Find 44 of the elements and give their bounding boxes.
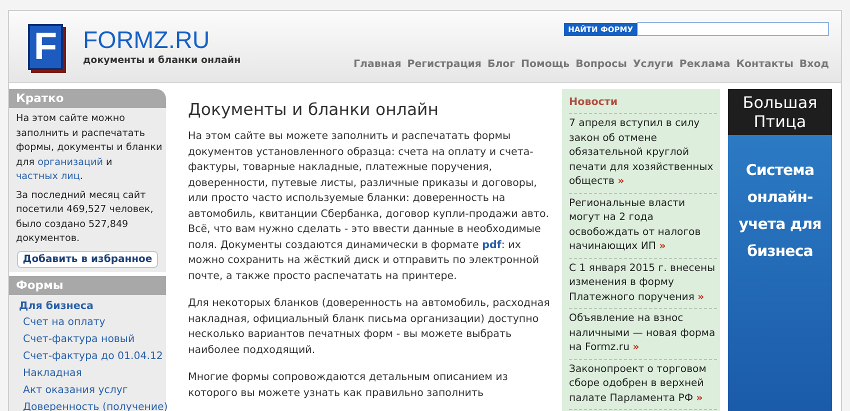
section-title: Кратко [9,89,166,108]
nav-link[interactable]: Главная [354,57,402,72]
nav-link[interactable]: Контакты [736,57,794,72]
ad-slogan: Система онлайн-учета для бизнеса [738,160,822,262]
form-link[interactable]: Акт оказания услуг [9,382,166,398]
form-link[interactable]: Накладная [9,366,166,382]
more-link[interactable]: » [618,176,624,188]
page-title: Документы и бланки онлайн [188,99,440,121]
sidebar-text: На этом сайте можно заполнить и распечатать формы, документы и бланки для организаций и частных лиц. [15,112,164,184]
nav-link[interactable]: Услуги [632,57,674,72]
ad-brand: Большая Птица [728,89,832,135]
category-link[interactable]: Для бизнеса [9,298,166,314]
nav-link[interactable]: Блог [487,57,516,72]
more-link[interactable]: » [698,292,704,303]
nav-link[interactable]: Регистрация [407,57,482,72]
nav-link[interactable]: Вход [799,57,829,72]
news-text[interactable]: С 1 января 2015 г. внесены изменения в форму Платежного поручения » [569,262,717,306]
body-text: Многие формы сопровождаются детальным описанием из которого вы можете узнать как правильно заполнить [188,370,509,400]
news-text[interactable]: 7 апреля вступил в силу закон об отмене обязательной круглой печати для хозяйственных обществ » [569,117,717,190]
favorites-button[interactable]: Добавить в избранное [16,250,158,268]
news-text[interactable]: Законопроект о торговом сборе одобрен в верхней палате Парламента РФ » [569,362,717,406]
site-tagline: документы и бланки онлайн [83,54,241,66]
sidebar-text: За последний месяц сайт посетили 469,527 человек, было создано 527,849 документов. [15,188,154,246]
site-name[interactable]: FORMZ.RU [83,26,241,54]
nav-link[interactable]: Реклама [679,57,730,72]
news-title: Новости [569,95,717,114]
nav-link[interactable]: Помощь [521,57,570,72]
form-link[interactable]: Счет-фактура новый [9,332,166,348]
more-link[interactable]: » [632,342,640,354]
news-text[interactable]: Региональные власти могут на 2 года освобождать от налогов начинающих ИП » [569,196,717,255]
text-link[interactable]: pdf [482,238,502,250]
more-link[interactable]: » [696,392,703,404]
more-link[interactable]: » [659,241,666,252]
form-link[interactable]: Счет-фактура до 01.04.12 [9,348,166,364]
form-link[interactable]: Счет на оплату [9,314,166,330]
text-link[interactable]: организаций [38,156,103,168]
ad-banner[interactable]: Большая Птица Система онлайн-учета для бизнеса [728,89,832,411]
text-link[interactable]: частных лиц [16,171,80,182]
search-field[interactable] [637,22,829,36]
news-text[interactable]: Объявление на взнос наличными — новая форма на Formz.ru » [569,312,717,356]
body-text: Для некоторых бланков (доверенность на автомобиль, расходная накладная, официальный бланк письма организации) доступно несколько вариантов печатных форм - вы можете выбрать наиболее подходящий. [188,296,551,358]
body-text: На этом сайте вы можете заполнить и распечатать формы документов установленного образца: счета на оплату и счета-фактуры, товарные накладные, платежные поручения, доверенности, путевые листы, различные приказы и договоры, или просто часто используемые бланки: доверенность на автомобиль, квитанции Сбербанка, договор купли-продажи авто. Всё, что вам нужно сделать - это ввести данные в необходимые поля. Документы создаются динамически в формате pdf: их можно сохранить на жёсткий диск и отправить по электронной почте, а также просто распечатать на принтере. [188,129,550,284]
section-title: Формы [9,276,166,294]
nav-link[interactable]: Вопросы [576,57,627,72]
